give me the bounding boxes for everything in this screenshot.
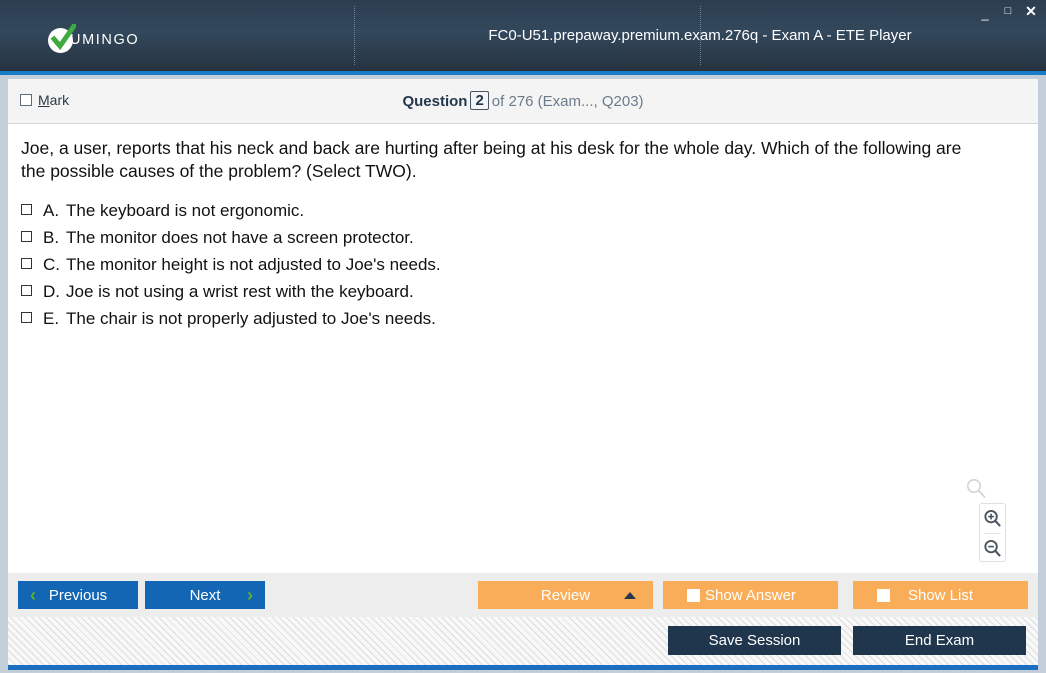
question-counter: Question 2 of 276 (Exam..., Q203) — [8, 91, 1038, 110]
option-letter: E. — [43, 309, 60, 328]
save-session-label: Save Session — [708, 632, 801, 649]
answer-option[interactable]: A. The keyboard is not ergonomic. — [21, 198, 921, 225]
previous-button[interactable]: ‹ Previous — [18, 581, 138, 609]
option-text: The keyboard is not ergonomic. — [66, 201, 305, 220]
show-list-button-label: Show List — [907, 586, 974, 604]
next-button[interactable]: Next › — [145, 581, 265, 609]
chevron-left-icon: ‹ — [30, 585, 36, 605]
title-accent-line — [0, 71, 1046, 75]
magnifier-icon — [965, 478, 987, 505]
show-list-button[interactable]: Show List — [853, 581, 1028, 609]
option-letter: B. — [43, 228, 60, 247]
answer-option[interactable]: E. The chair is not properly adjusted to… — [21, 306, 921, 333]
question-content-area: Joe, a user, reports that his neck and b… — [8, 124, 1038, 573]
minimize-icon[interactable]: _ — [978, 7, 992, 21]
question-header-bar: Mark Question 2 of 276 (Exam..., Q203) — [8, 79, 1038, 124]
window-controls: _ □ ✕ — [978, 4, 1038, 21]
option-checkbox[interactable] — [21, 285, 32, 296]
vumingo-logo: UMINGO — [48, 23, 140, 53]
next-button-label: Next — [189, 586, 221, 604]
question-counter-rest: of 276 (Exam..., Q203) — [491, 93, 644, 110]
option-text: The chair is not properly adjusted to Jo… — [66, 309, 436, 328]
option-text: The monitor does not have a screen prote… — [66, 228, 414, 247]
option-letter: A. — [43, 201, 60, 220]
option-letter: D. — [43, 282, 60, 301]
option-checkbox[interactable] — [21, 204, 32, 215]
review-button[interactable]: Review — [478, 581, 653, 609]
option-text: Joe is not using a wrist rest with the k… — [66, 282, 414, 301]
question-number-field[interactable]: 2 — [470, 91, 489, 110]
navigation-toolbar: ‹ Previous Next › Review Show Answer Sho… — [8, 573, 1038, 617]
show-list-checkbox[interactable] — [877, 588, 890, 602]
option-text: The monitor height is not adjusted to Jo… — [66, 255, 441, 274]
logo-wordmark: UMINGO — [70, 32, 140, 48]
answer-option[interactable]: B. The monitor does not have a screen pr… — [21, 225, 921, 252]
option-checkbox[interactable] — [21, 312, 32, 323]
option-checkbox[interactable] — [21, 231, 32, 242]
zoom-controls-panel — [979, 503, 1006, 562]
check-circle-icon — [48, 23, 76, 53]
previous-button-label: Previous — [48, 586, 108, 604]
save-session-button[interactable]: Save Session — [668, 626, 841, 655]
review-button-label: Review — [540, 586, 591, 604]
question-word: Question — [402, 93, 468, 110]
ete-player-window: UMINGO FC0-U51.prepaway.premium.exam.276… — [0, 0, 1046, 673]
show-answer-button-label: Show Answer — [705, 586, 796, 604]
answer-option[interactable]: C. The monitor height is not adjusted to… — [21, 252, 921, 279]
magnifier-minus-icon — [984, 539, 1001, 557]
chevron-right-icon: › — [247, 585, 253, 605]
title-bar[interactable]: UMINGO FC0-U51.prepaway.premium.exam.276… — [0, 0, 1046, 71]
bottom-accent-bar — [8, 665, 1038, 670]
zoom-in-button[interactable] — [980, 504, 1005, 533]
end-exam-button[interactable]: End Exam — [853, 626, 1026, 655]
maximize-icon[interactable]: □ — [1001, 4, 1015, 18]
session-footer: Save Session End Exam — [8, 617, 1038, 665]
option-checkbox[interactable] — [21, 258, 32, 269]
question-stem: Joe, a user, reports that his neck and b… — [21, 138, 962, 181]
answer-option[interactable]: D. Joe is not using a wrist rest with th… — [21, 279, 921, 306]
option-letter: C. — [43, 255, 60, 274]
close-icon[interactable]: ✕ — [1024, 4, 1038, 18]
end-exam-label: End Exam — [904, 632, 975, 649]
answer-options-list: A. The keyboard is not ergonomic. B. The… — [21, 198, 921, 333]
show-answer-button[interactable]: Show Answer — [663, 581, 838, 609]
zoom-out-button[interactable] — [980, 534, 1005, 563]
window-title: FC0-U51.prepaway.premium.exam.276q - Exa… — [488, 27, 912, 44]
show-answer-checkbox[interactable] — [687, 588, 700, 602]
magnifier-plus-icon — [984, 509, 1001, 527]
chevron-up-icon — [624, 591, 636, 599]
